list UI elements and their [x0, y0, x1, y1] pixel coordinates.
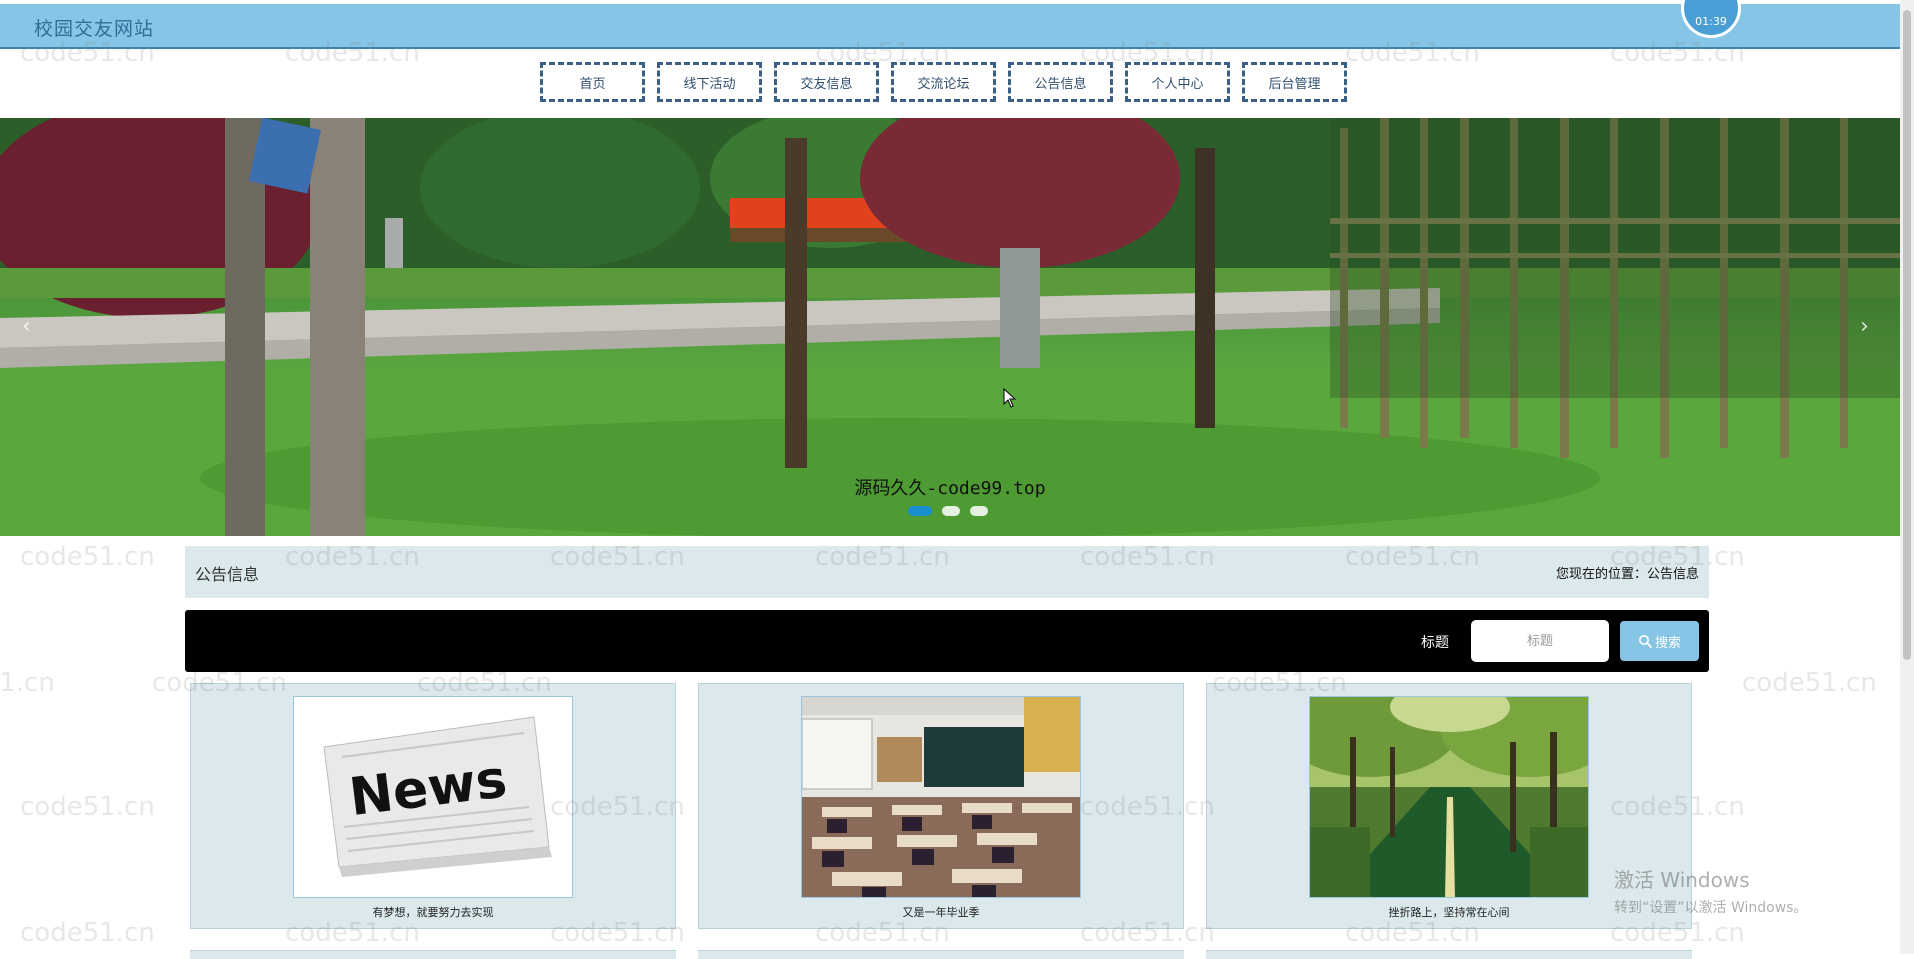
card-image-newspaper[interactable]: News: [293, 696, 573, 898]
nav-item-forum[interactable]: 交流论坛: [891, 62, 996, 102]
search-bar: 标题 搜索: [185, 610, 1709, 672]
watermark: code51.cn: [20, 918, 155, 948]
nav-item-home[interactable]: 首页: [540, 62, 645, 102]
nav-item-friend-info[interactable]: 交友信息: [774, 62, 879, 102]
announcement-card[interactable]: 又是一年毕业季: [698, 683, 1184, 929]
site-header: 校园交友网站 01:39: [0, 0, 1900, 49]
windows-activation-notice: 激活 Windows 转到“设置”以激活 Windows。: [1614, 864, 1807, 917]
site-title[interactable]: 校园交友网站: [34, 14, 154, 41]
scrollbar-thumb[interactable]: [1903, 10, 1911, 660]
search-input[interactable]: [1471, 620, 1609, 662]
banner-dot-3[interactable]: [970, 506, 988, 516]
card-title[interactable]: 又是一年毕业季: [699, 904, 1183, 920]
watermark: code51.cn: [1742, 668, 1877, 698]
card-image-classroom[interactable]: [801, 696, 1081, 898]
main-nav: 首页 线下活动 交友信息 交流论坛 公告信息 个人中心 后台管理: [540, 62, 1347, 102]
mouse-cursor-icon: [1003, 388, 1017, 408]
search-icon: [1638, 635, 1652, 648]
search-button[interactable]: 搜索: [1620, 621, 1699, 661]
announcement-card[interactable]: [698, 950, 1184, 959]
watermark: code51.cn: [0, 668, 55, 698]
watermark: code51.cn: [20, 792, 155, 822]
card-image-tree-lined-road[interactable]: [1309, 696, 1589, 898]
activation-title: 激活 Windows: [1614, 868, 1750, 892]
banner-dot-1[interactable]: [908, 506, 932, 516]
nav-item-announcements[interactable]: 公告信息: [1008, 62, 1113, 102]
card-title[interactable]: 有梦想，就要努力去实现: [191, 904, 675, 920]
nav-item-offline-activities[interactable]: 线下活动: [657, 62, 762, 102]
banner-indicators: [908, 506, 988, 516]
nav-item-personal-center[interactable]: 个人中心: [1125, 62, 1230, 102]
page-scrollbar[interactable]: [1900, 0, 1914, 954]
watermark: code51.cn: [20, 542, 155, 572]
page-title: 公告信息: [195, 565, 260, 584]
search-button-label: 搜索: [1654, 634, 1681, 650]
breadcrumb-prefix: 您现在的位置：: [1555, 567, 1647, 582]
banner-prev-arrow[interactable]: ‹: [22, 314, 31, 339]
banner-dot-2[interactable]: [942, 506, 960, 516]
announcement-card[interactable]: [1206, 950, 1692, 959]
nav-item-admin[interactable]: 后台管理: [1242, 62, 1347, 102]
search-label: 标题: [1421, 635, 1449, 651]
banner-caption: 源码久久-code99.top: [854, 478, 1046, 499]
breadcrumb-bar: 公告信息 您现在的位置：公告信息: [185, 546, 1709, 598]
breadcrumb-current[interactable]: 公告信息: [1647, 567, 1699, 582]
clock-badge: 01:39: [1681, 0, 1741, 38]
announcement-card[interactable]: [190, 950, 676, 959]
announcement-card[interactable]: News 有梦想，就要努力去实现: [190, 683, 676, 929]
banner-carousel[interactable]: ‹ › 源码久久-code99.top: [0, 118, 1900, 536]
activation-subtitle: 转到“设置”以激活 Windows。: [1614, 900, 1808, 916]
breadcrumb: 您现在的位置：公告信息: [1556, 563, 1699, 582]
banner-next-arrow[interactable]: ›: [1860, 314, 1869, 339]
